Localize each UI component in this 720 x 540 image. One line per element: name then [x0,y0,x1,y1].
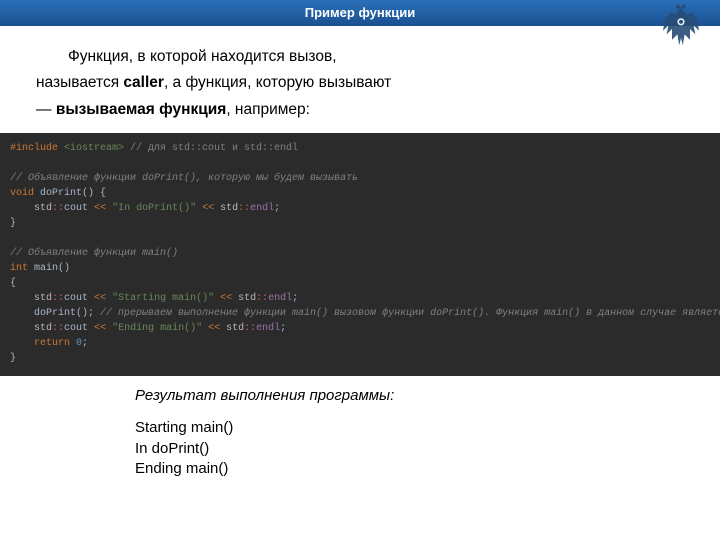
result-line: In doPrint() [135,439,720,459]
result-line: Ending main() [135,459,720,479]
intro-paragraph: Функция, в которой находится вызов, назы… [0,26,720,133]
intro-line-2b: , а функция, которую вызывают [164,74,391,91]
intro-line-3b: , например: [226,101,310,118]
slide-title: Пример функции [305,5,415,20]
code-block: #include <iostream> // для std::cout и s… [0,133,720,376]
intro-line-2a: называется [36,74,123,91]
intro-line-1: Функция, в которой находится вызов, [36,44,684,70]
result-line: Starting main() [135,418,720,438]
intro-line-3a: — [36,101,56,118]
slide-header: Пример функции [0,0,720,26]
caller-term: caller [123,74,164,91]
callee-term: вызываемая функция [56,101,227,118]
result-block: Результат выполнения программы: Starting… [0,376,720,479]
eagle-emblem-icon [654,2,708,56]
result-title: Результат выполнения программы: [135,386,720,406]
